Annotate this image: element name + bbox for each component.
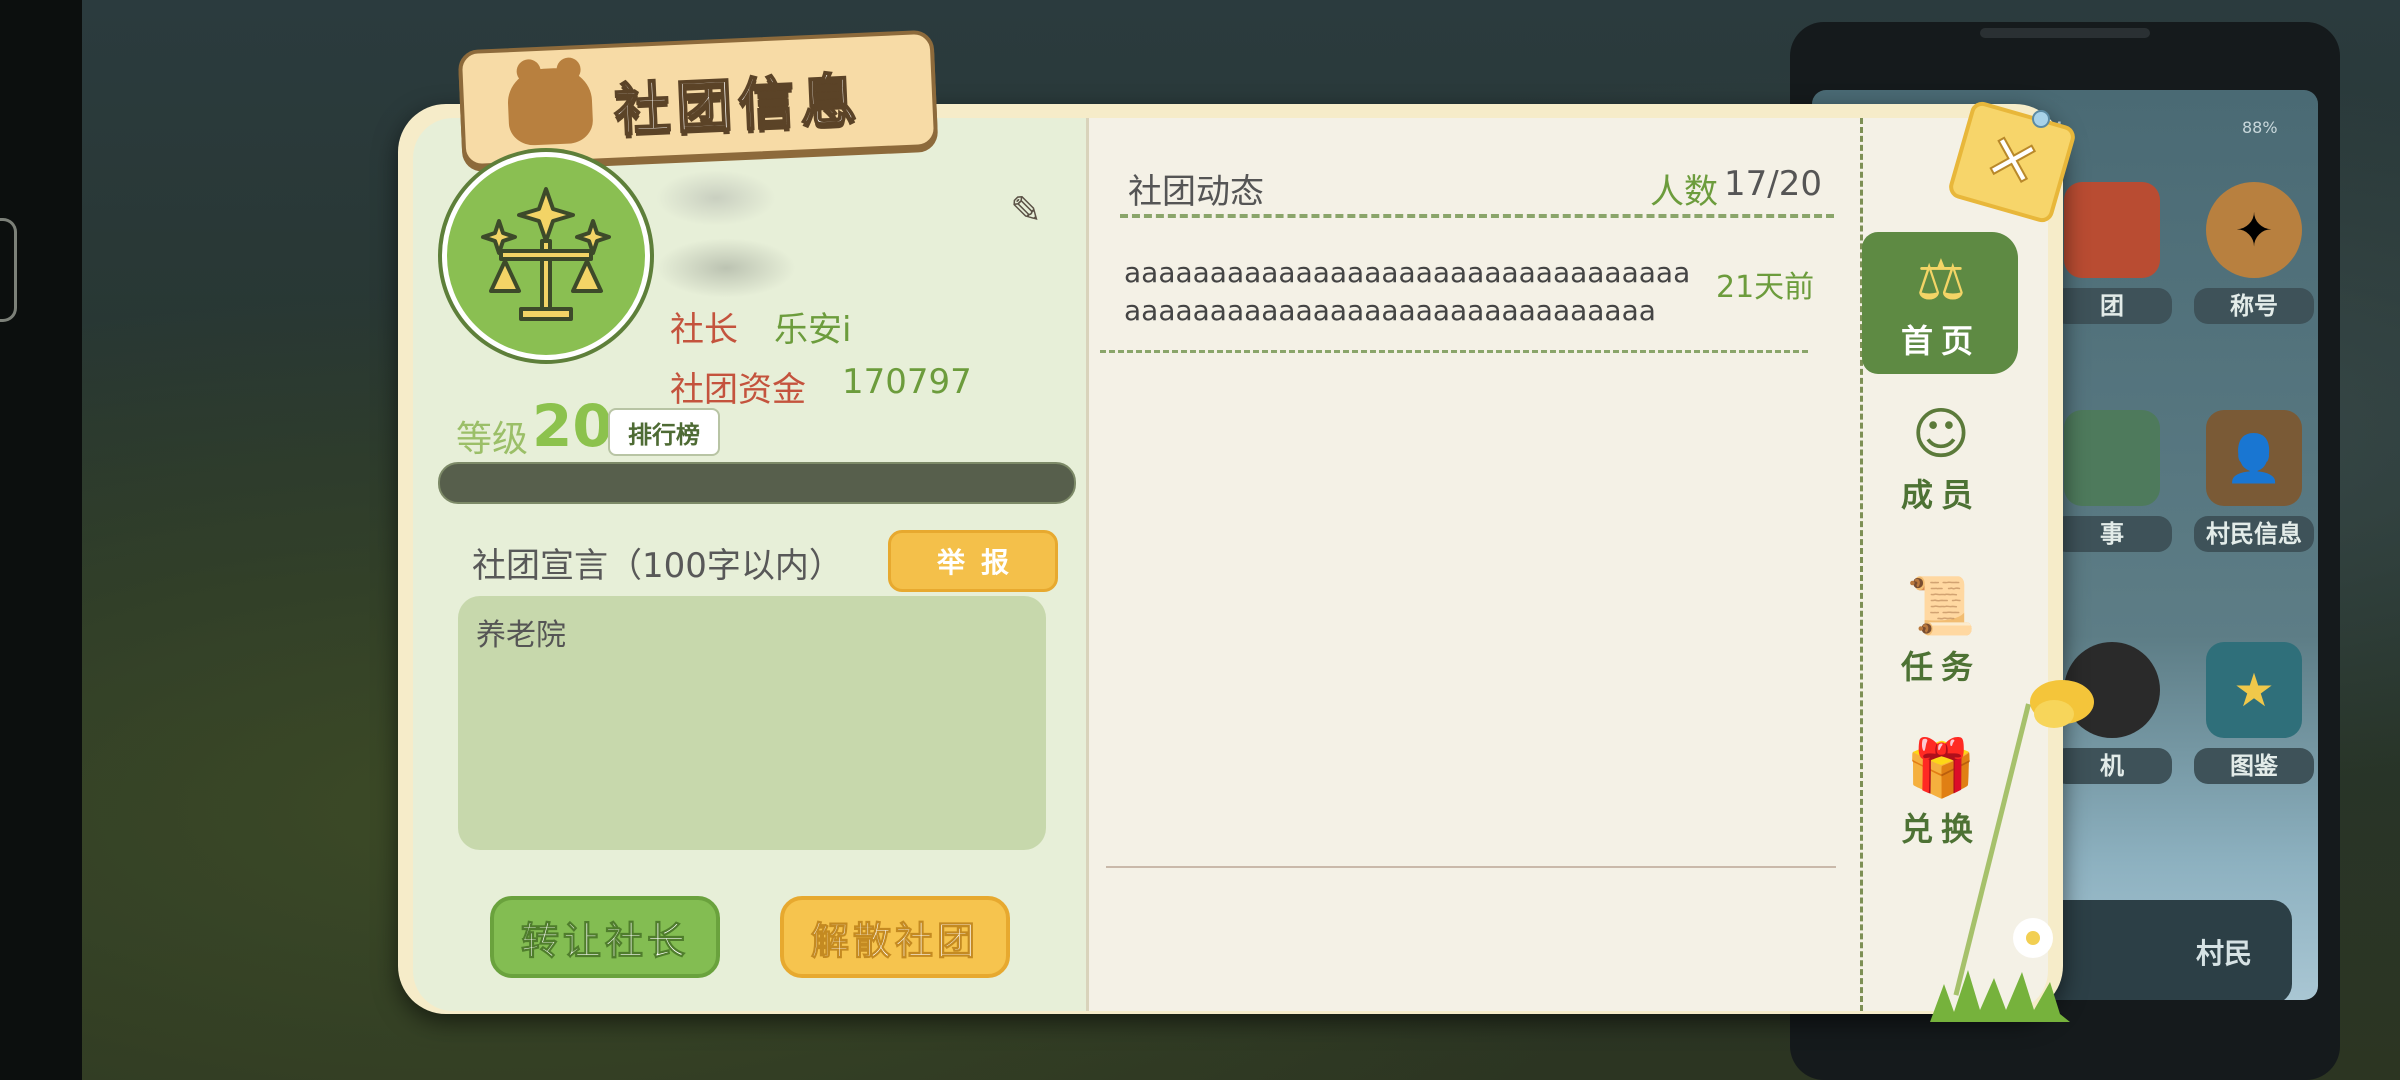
phone-app-title: ✦ 称号 [2192,182,2316,324]
level-label: 等级 [456,419,529,460]
pin-icon [2032,110,2050,128]
screen-edge [0,0,82,1080]
dock-villager-label: 村民 [2196,937,2253,970]
phone-status-battery: 88% [2242,118,2278,137]
side-handle[interactable] [0,218,17,322]
nav-members[interactable]: ☺ 成员 [1864,400,2018,516]
dialog-title: 社团信息 [612,67,865,145]
leader-label: 社长 [670,310,738,350]
feed-item-time: 21天前 [1716,270,1815,305]
club-app-icon [2064,182,2160,278]
report-button[interactable]: 举报 [888,530,1058,592]
nav-tasks-label: 任务 [1900,648,1981,686]
phone-app-label: 事 [2052,516,2172,552]
frog-icon [506,66,594,147]
declaration-textbox[interactable]: 养老院 [458,596,1046,850]
phone-app-story: 事 [2050,410,2174,552]
story-app-icon [2064,410,2160,506]
feed-title: 社团动态 [1128,172,1264,212]
disband-club-button[interactable]: 解散社团 [780,896,1010,978]
scroll-icon: 📜 [1906,574,1976,639]
close-x-icon: ✕ [1975,118,2049,206]
club-fund-label: 社团资金 [670,370,806,410]
level-value: 20 [532,392,613,460]
feed-item-message: aaaaaaaaaaaaaaaaaaaaaaaaaaaaaaaaaaaaaaaa… [1124,256,1691,327]
nav-home-label: 首页 [1900,322,1981,360]
member-count-value: 17/20 [1724,164,1822,204]
feed-bottom-divider [1106,866,1836,868]
nav-home[interactable]: ⚖ 首页 [1864,246,2018,362]
edit-pencil-icon[interactable]: ✎ [1010,188,1042,232]
leader-name: 乐安i [774,310,852,350]
grass-decoration [1930,970,2070,1022]
title-medal-icon: ✦ [2206,182,2302,278]
nav-members-label: 成员 [1900,476,1981,514]
club-badge [442,152,650,360]
member-icon: ☺ [1911,402,1971,467]
club-fund-value: 170797 [842,362,972,402]
balance-scale-icon: ⚖ [1915,248,1967,313]
nav-tasks[interactable]: 📜 任务 [1864,572,2018,688]
phone-app-guide: ★ 图鉴 [2192,642,2316,784]
feed-header-divider [1120,214,1834,218]
club-name-blurred [656,170,776,226]
club-feed-pane [1086,118,1863,1011]
balance-scale-icon [481,187,611,321]
phone-app-label: 村民信息 [2194,516,2314,552]
phone-speaker [1980,28,2150,38]
declaration-label: 社团宣言（100字以内） [472,546,843,586]
phone-app-villager-info: 👤 村民信息 [2192,410,2316,552]
phone-app-label: 团 [2052,288,2172,324]
declaration-text: 养老院 [476,618,566,653]
villager-book-icon: 👤 [2206,410,2302,506]
white-flower-icon [2013,918,2053,958]
guide-book-icon: ★ [2206,642,2302,738]
phone-app-club: 团 [2050,182,2174,324]
dialog-title-tag: 社团信息 [457,29,939,169]
gift-icon: 🎁 [1906,736,1976,801]
transfer-leader-button[interactable]: 转让社长 [490,896,720,978]
feed-item-divider [1100,350,1808,353]
ranking-button[interactable]: 排行榜 [608,408,720,456]
phone-app-label: 机 [2052,748,2172,784]
level-progress-bar [438,462,1076,504]
member-count-label: 人数 [1650,172,1718,212]
club-id-blurred [656,238,796,298]
phone-app-label: 称号 [2194,288,2314,324]
yellow-flower-icon [2030,680,2094,728]
phone-app-label: 图鉴 [2194,748,2314,784]
